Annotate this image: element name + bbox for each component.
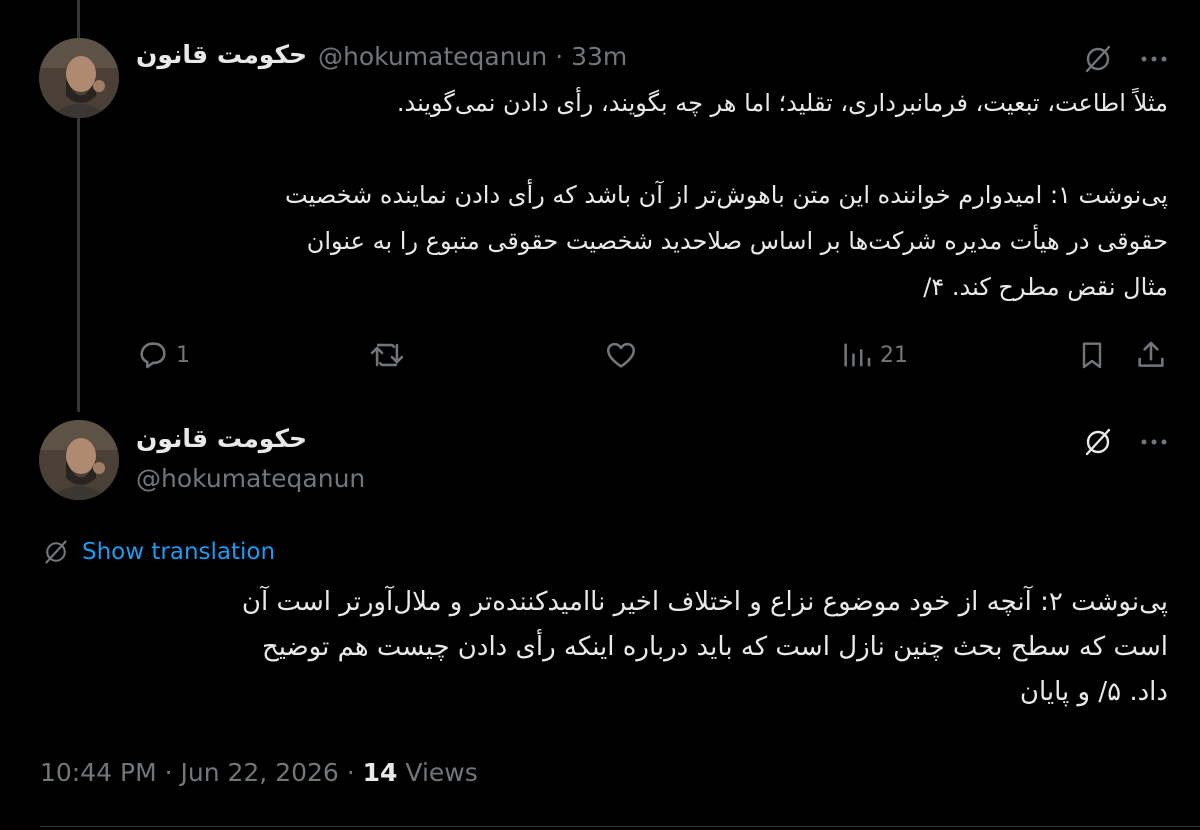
bookmark-icon — [1082, 342, 1102, 369]
tweet-line: مثلاً اطاعت، تبعیت، فرمانبرداری، تقلید؛ … — [396, 89, 1168, 117]
display-name[interactable]: حکومت قانون — [136, 424, 307, 453]
handle-timestamp[interactable]: @hokumateqanun · 33m — [318, 42, 627, 71]
display-name[interactable]: حکومت قانون — [136, 40, 307, 69]
more-icon[interactable] — [1140, 431, 1168, 457]
bookmark-button[interactable] — [1076, 338, 1108, 372]
translate-icon — [45, 540, 67, 564]
views-count: 21 — [880, 342, 908, 368]
share-icon — [1138, 341, 1164, 367]
avatar-image — [39, 420, 119, 500]
retweet-button[interactable] — [368, 338, 406, 372]
avatar-image — [39, 38, 119, 118]
tweet-line: حقوقی در هیأت مدیره شرکت‌ها بر اساس صلاح… — [306, 227, 1168, 255]
handle[interactable]: @hokumateqanun — [136, 464, 365, 493]
avatar[interactable] — [39, 38, 119, 118]
views-count: 14 — [362, 758, 398, 787]
like-icon — [606, 342, 636, 368]
more-icon[interactable] — [1140, 48, 1168, 74]
show-translation-button[interactable]: Show translation — [42, 538, 275, 566]
no-translate-icon[interactable] — [1082, 426, 1114, 462]
no-translate-icon[interactable] — [1082, 43, 1114, 79]
avatar[interactable] — [39, 420, 119, 500]
views-label: Views — [397, 758, 478, 787]
views-button[interactable]: 21 — [840, 338, 908, 372]
tweet-body: پی‌نوشت ۲: آنچه از خود موضوع نزاع و اختل… — [40, 580, 1168, 715]
timestamp[interactable]: 10:44 PM · Jun 22, 2026 · — [40, 758, 363, 787]
tweet-line: است که سطح بحث چنین نازل است که باید درب… — [261, 632, 1168, 662]
like-button[interactable] — [604, 338, 638, 372]
reply-count: 1 — [176, 342, 190, 368]
tweet-meta: 10:44 PM · Jun 22, 2026 · 14 Views — [40, 758, 478, 787]
tweet-body: مثلاً اطاعت، تبعیت، فرمانبرداری، تقلید؛ … — [136, 80, 1168, 310]
tweet-line: داد. ۵/ و پایان — [1019, 677, 1168, 707]
tweet-line — [136, 126, 1168, 172]
retweet-icon — [370, 343, 404, 367]
share-button[interactable] — [1134, 338, 1168, 372]
divider — [40, 826, 1200, 827]
tweet-line: پی‌نوشت ۱: امیدوارم خواننده این متن باهو… — [285, 181, 1168, 209]
views-icon — [844, 343, 871, 367]
show-translation-link[interactable]: Show translation — [82, 539, 275, 565]
tweet-line: مثال نقض مطرح کند. ۴/ — [923, 273, 1168, 301]
tweet-line: پی‌نوشت ۲: آنچه از خود موضوع نزاع و اختل… — [241, 587, 1168, 617]
reply-button[interactable]: 1 — [136, 338, 190, 372]
reply-icon — [140, 342, 166, 369]
